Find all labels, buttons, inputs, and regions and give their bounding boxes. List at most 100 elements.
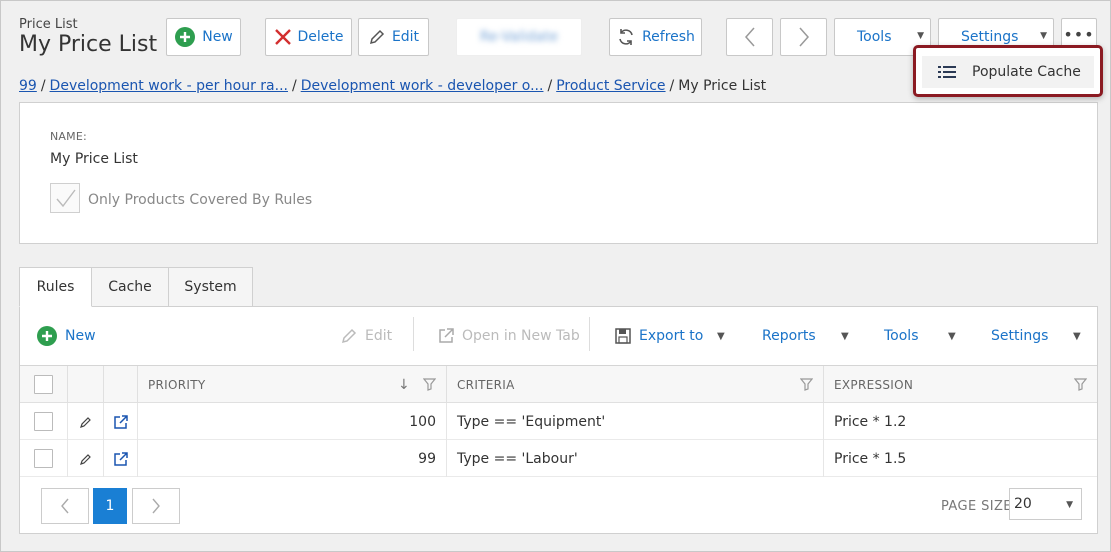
- name-field-value: My Price List: [50, 151, 138, 167]
- row-edit-cell: [67, 403, 103, 440]
- grid-new-button[interactable]: New: [36, 322, 96, 350]
- external-link-icon[interactable]: [113, 451, 129, 467]
- pencil-icon: [341, 328, 357, 344]
- populate-cache-label: Populate Cache: [972, 64, 1081, 80]
- grid-settings-label: Settings: [991, 328, 1049, 344]
- edit-column-header: [67, 366, 103, 403]
- plus-circle-icon: [175, 27, 196, 47]
- open-column-header: [103, 366, 137, 403]
- pencil-icon[interactable]: [79, 452, 93, 466]
- toolbar-divider: [413, 317, 414, 351]
- delete-button-label: Delete: [297, 29, 344, 45]
- list-icon: [938, 66, 956, 78]
- refresh-button[interactable]: Refresh: [609, 18, 702, 56]
- populate-cache-menu-item[interactable]: Populate Cache: [922, 56, 1094, 88]
- caret-down-icon: ▼: [948, 331, 956, 342]
- grid-tools-dropdown[interactable]: Tools: [884, 322, 919, 350]
- rules-table: PRIORITY ↓ CRITERIA EXPRESSION 100 Type …: [20, 365, 1097, 477]
- expression-cell: Price * 1.5: [823, 440, 1097, 477]
- caret-down-icon: ▼: [1040, 31, 1047, 41]
- breadcrumb-link-1[interactable]: 99: [19, 78, 37, 94]
- caret-down-icon: ▼: [1066, 500, 1073, 510]
- page-size-value: 20: [1014, 496, 1032, 512]
- chevron-right-icon: [152, 498, 160, 514]
- caret-down-icon: ▼: [917, 31, 924, 41]
- row-checkbox[interactable]: [34, 449, 53, 468]
- expression-column-header[interactable]: EXPRESSION: [823, 366, 1097, 403]
- grid-settings-dropdown[interactable]: Settings: [991, 322, 1048, 350]
- filter-icon[interactable]: [800, 378, 813, 391]
- rules-grid-panel: New Edit Open in New Tab Export to ▼ Rep…: [19, 306, 1098, 534]
- refresh-icon: [619, 29, 633, 45]
- chevron-left-icon: [61, 498, 69, 514]
- pager-previous-button[interactable]: [41, 488, 89, 524]
- grid-tools-label: Tools: [884, 328, 919, 344]
- plus-circle-icon: [37, 326, 57, 346]
- priority-cell: 100: [137, 403, 446, 440]
- criteria-cell: Type == 'Equipment': [446, 403, 823, 440]
- external-link-icon[interactable]: [113, 414, 129, 430]
- expression-cell: Price * 1.2: [823, 403, 1097, 440]
- row-checkbox[interactable]: [34, 412, 53, 431]
- only-products-checkbox[interactable]: [50, 183, 80, 213]
- new-button-label: New: [202, 29, 233, 45]
- sort-descending-icon[interactable]: ↓: [398, 377, 410, 393]
- open-new-tab-label: Open in New Tab: [462, 328, 580, 344]
- criteria-column-header[interactable]: CRITERIA: [446, 366, 823, 403]
- grid-edit-label: Edit: [365, 328, 393, 344]
- next-record-button[interactable]: [780, 18, 827, 56]
- checkmark-icon: [56, 189, 76, 208]
- chevron-right-icon: [798, 27, 809, 47]
- revalidate-button[interactable]: Re-Validate: [456, 18, 582, 56]
- select-all-checkbox[interactable]: [34, 375, 53, 394]
- open-new-tab-button[interactable]: Open in New Tab: [437, 322, 580, 350]
- table-header: PRIORITY ↓ CRITERIA EXPRESSION: [20, 366, 1097, 403]
- row-open-cell: [103, 440, 137, 477]
- reports-dropdown[interactable]: Reports: [762, 322, 816, 350]
- name-field-label: NAME:: [50, 130, 87, 143]
- pager-next-button[interactable]: [132, 488, 180, 524]
- tab-system[interactable]: System: [168, 267, 253, 307]
- priority-column-header[interactable]: PRIORITY ↓: [137, 366, 446, 403]
- settings-dropdown-label: Settings: [961, 29, 1019, 45]
- breadcrumb-current: My Price List: [678, 78, 767, 94]
- pencil-icon[interactable]: [79, 415, 93, 429]
- page-title: My Price List: [19, 32, 158, 57]
- filter-icon[interactable]: [423, 378, 436, 391]
- export-dropdown[interactable]: Export to: [614, 322, 703, 350]
- delete-button[interactable]: Delete: [265, 18, 352, 56]
- grid-edit-button[interactable]: Edit: [340, 322, 392, 350]
- priority-cell: 99: [137, 440, 446, 477]
- criteria-cell: Type == 'Labour': [446, 440, 823, 477]
- breadcrumb-link-3[interactable]: Development work - developer o...: [301, 78, 544, 94]
- filter-icon[interactable]: [1074, 378, 1087, 391]
- table-row[interactable]: 99 Type == 'Labour' Price * 1.5: [20, 440, 1097, 477]
- edit-button-label: Edit: [391, 29, 420, 45]
- row-edit-cell: [67, 440, 103, 477]
- breadcrumb-link-4[interactable]: Product Service: [556, 78, 665, 94]
- grid-new-label: New: [65, 328, 96, 344]
- new-button[interactable]: New: [166, 18, 241, 56]
- page-size-select[interactable]: 20 ▼: [1009, 488, 1082, 520]
- reports-label: Reports: [762, 328, 816, 344]
- toolbar-divider: [589, 317, 590, 351]
- previous-record-button[interactable]: [726, 18, 773, 56]
- more-options-menu: Populate Cache: [913, 45, 1103, 97]
- edit-button[interactable]: Edit: [358, 18, 429, 56]
- app-window: Price List My Price List New Delete Edit…: [0, 0, 1111, 552]
- row-select-cell: [20, 440, 67, 477]
- pager-page-button[interactable]: 1: [93, 488, 127, 524]
- breadcrumb-link-2[interactable]: Development work - per hour ra...: [50, 78, 288, 94]
- breadcrumb: 99/Development work - per hour ra... / Dev…: [19, 78, 767, 94]
- caret-down-icon: ▼: [841, 331, 849, 342]
- table-row[interactable]: 100 Type == 'Equipment' Price * 1.2: [20, 403, 1097, 440]
- tab-cache[interactable]: Cache: [91, 267, 169, 307]
- revalidate-button-label: Re-Validate: [479, 29, 559, 45]
- detail-form: NAME: My Price List Only Products Covere…: [19, 102, 1098, 244]
- tools-dropdown-label: Tools: [857, 29, 892, 45]
- external-link-icon: [439, 328, 454, 343]
- select-all-cell: [20, 366, 67, 403]
- row-open-cell: [103, 403, 137, 440]
- tab-rules[interactable]: Rules: [19, 267, 92, 307]
- pencil-icon: [369, 29, 384, 45]
